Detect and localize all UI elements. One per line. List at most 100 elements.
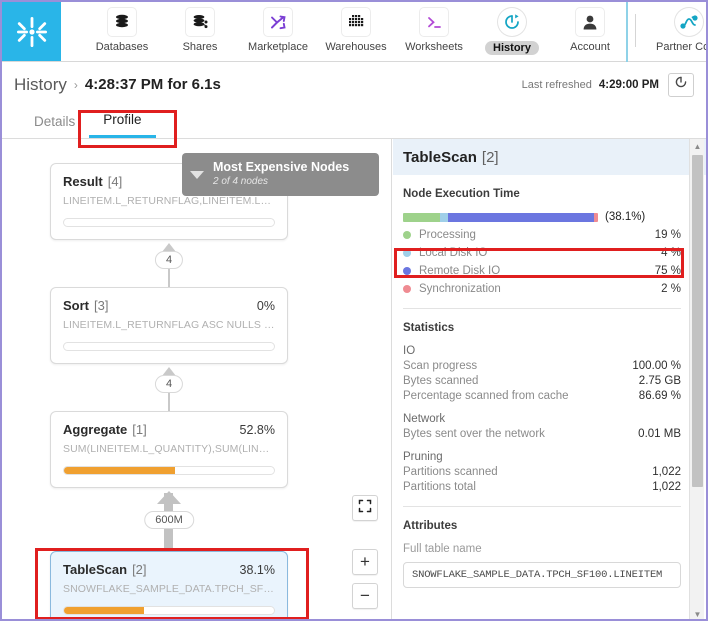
stat-value: 100.00 %: [632, 360, 681, 372]
nav-label-history: History: [485, 41, 539, 55]
fit-to-screen-icon: [358, 498, 372, 518]
legend-label-synchronization: Synchronization: [419, 283, 501, 295]
query-plan-graph: Result [4] LINEITEM.L_RETURNFLAG,LINEITE…: [2, 139, 392, 621]
zoom-out-button[interactable]: −: [352, 583, 378, 609]
nav-item-worksheets[interactable]: Worksheets: [395, 2, 473, 53]
last-refreshed-time: 4:29:00 PM: [599, 79, 659, 91]
legend-dot-remote-disk-io: [403, 267, 411, 275]
plan-node-title: Aggregate: [63, 422, 127, 437]
detail-title: TableScan: [403, 149, 477, 166]
plan-node-bar: [63, 218, 275, 227]
stat-group-title-network: Network: [403, 413, 681, 425]
plan-node-sort[interactable]: Sort [3] 0% LINEITEM.L_RETURNFLAG ASC NU…: [50, 287, 288, 364]
bar-segment-synchronization: [594, 213, 598, 222]
zoom-out-icon[interactable]: −: [352, 583, 378, 609]
shares-icon: [186, 8, 214, 36]
statistics-title: Statistics: [403, 322, 681, 334]
detail-index: [2]: [482, 149, 499, 166]
nav-item-warehouses[interactable]: Warehouses: [317, 2, 395, 53]
scroll-down-arrow-icon[interactable]: ▼: [690, 607, 705, 621]
legend-value-processing: 19 %: [655, 229, 681, 241]
refresh-button[interactable]: [668, 73, 694, 97]
bar-segment-remote-disk-io: [448, 213, 594, 222]
nav-item-databases[interactable]: Databases: [83, 2, 161, 53]
plan-node-bar: [63, 342, 275, 351]
nav-label-databases: Databases: [96, 41, 149, 53]
page-header: History › 4:28:37 PM for 6.1s Last refre…: [2, 62, 706, 107]
breadcrumb-history[interactable]: History: [14, 75, 67, 95]
nav-item-list: Databases Shares Marke: [61, 2, 642, 61]
nav-item-history[interactable]: History: [473, 2, 551, 55]
tab-profile[interactable]: Profile: [89, 112, 155, 138]
nav-item-shares[interactable]: Shares: [161, 2, 239, 53]
legend-label-remote-disk-io: Remote Disk IO: [419, 265, 500, 277]
stat-label: Percentage scanned from cache: [403, 390, 569, 402]
refresh-icon: [674, 75, 688, 94]
fit-to-screen-button[interactable]: [352, 495, 378, 521]
node-detail-panel: TableScan [2] Node Execution Time (38.1%…: [393, 139, 706, 621]
chevron-down-icon[interactable]: [190, 171, 204, 179]
plan-node-percent: 38.1%: [240, 563, 275, 577]
plan-node-subtitle: SUM(LINEITEM.L_QUANTITY),SUM(LINEIT...: [63, 443, 275, 455]
stat-row-bytes-scanned: Bytes scanned 2.75 GB: [403, 375, 681, 387]
plan-node-subtitle: SNOWFLAKE_SAMPLE_DATA.TPCH_SF100....: [63, 583, 275, 595]
stat-label: Bytes sent over the network: [403, 428, 545, 440]
node-execution-total-percent: (38.1%): [605, 211, 645, 223]
plan-node-subtitle: LINEITEM.L_RETURNFLAG,LINEITEM.L_LIN...: [63, 195, 275, 207]
warehouses-grid-icon: [342, 8, 370, 36]
zoom-in-icon[interactable]: +: [352, 549, 378, 575]
tab-details[interactable]: Details: [20, 114, 89, 138]
plan-node-bar: [63, 466, 275, 475]
legend-dot-processing: [403, 231, 411, 239]
plan-node-aggregate[interactable]: Aggregate [1] 52.8% SUM(LINEITEM.L_QUANT…: [50, 411, 288, 488]
nav-label-warehouses: Warehouses: [325, 41, 386, 53]
legend-dot-synchronization: [403, 285, 411, 293]
scroll-up-arrow-icon[interactable]: ▲: [690, 139, 705, 153]
bar-segment-local-disk-io: [440, 213, 448, 222]
scrollbar-thumb[interactable]: [692, 155, 703, 487]
legend-row-remote-disk-io: Remote Disk IO 75 %: [403, 265, 681, 277]
node-execution-time-bar: [403, 213, 598, 222]
bar-segment-processing: [403, 213, 440, 222]
plan-node-header: TableScan [2] 38.1%: [63, 562, 275, 577]
detail-panel-scrollbar[interactable]: ▲ ▼: [689, 139, 704, 621]
stat-row-percentage-scanned-from-cache: Percentage scanned from cache 86.69 %: [403, 390, 681, 402]
worksheets-terminal-icon: [420, 8, 448, 36]
snowflake-logo-icon[interactable]: [2, 2, 61, 61]
legend-value-synchronization: 2 %: [661, 283, 681, 295]
nav-item-account[interactable]: Account: [551, 2, 629, 53]
header-right-group: Last refreshed 4:29:00 PM: [522, 73, 694, 97]
stat-label: Scan progress: [403, 360, 477, 372]
legend-row-processing: Processing 19 %: [403, 229, 681, 241]
stat-row-bytes-sent-over-network: Bytes sent over the network 0.01 MB: [403, 428, 681, 440]
plan-edge-label-2: 4: [155, 375, 183, 393]
zoom-in-button[interactable]: +: [352, 549, 378, 575]
stat-label: Partitions total: [403, 481, 476, 493]
marketplace-shuffle-icon: [264, 8, 292, 36]
most-expensive-nodes-tooltip[interactable]: Most Expensive Nodes 2 of 4 nodes: [182, 153, 379, 196]
plan-node-title: TableScan: [63, 562, 127, 577]
plan-edge-label-3: 600M: [144, 511, 194, 529]
nav-item-partner-connect[interactable]: Partner Conn: [656, 2, 708, 61]
nav-item-marketplace[interactable]: Marketplace: [239, 2, 317, 53]
tab-bar: Details Profile: [2, 107, 706, 139]
stat-row-partitions-scanned: Partitions scanned 1,022: [403, 466, 681, 478]
plan-node-bar: [63, 606, 275, 615]
plan-node-header: Aggregate [1] 52.8%: [63, 422, 275, 437]
nav-label-account: Account: [570, 41, 610, 53]
divider: [403, 308, 681, 309]
node-execution-time-bar-row: (38.1%): [403, 211, 681, 223]
plan-node-title: Sort: [63, 298, 89, 313]
plan-node-percent: 0%: [257, 299, 275, 313]
plan-node-subtitle: LINEITEM.L_RETURNFLAG ASC NULLS LA...: [63, 319, 275, 331]
nav-label-partner-connect: Partner Conn: [656, 41, 708, 53]
plan-edge-label-1: 4: [155, 251, 183, 269]
plan-node-header: Sort [3] 0%: [63, 298, 275, 313]
plan-node-tablescan[interactable]: TableScan [2] 38.1% SNOWFLAKE_SAMPLE_DAT…: [50, 551, 288, 621]
attribute-value-full-table-name[interactable]: SNOWFLAKE_SAMPLE_DATA.TPCH_SF100.LINEITE…: [403, 562, 681, 588]
tooltip-title: Most Expensive Nodes: [213, 160, 349, 175]
databases-icon: [108, 8, 136, 36]
stat-value: 2.75 GB: [639, 375, 681, 387]
nav-divider: [635, 14, 636, 47]
partner-connect-icon: [675, 8, 703, 36]
